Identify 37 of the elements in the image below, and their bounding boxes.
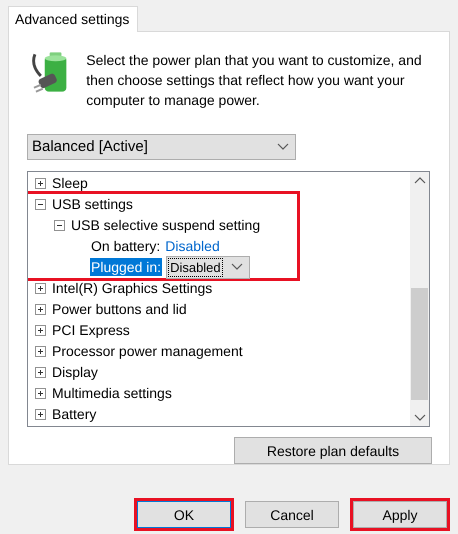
- scrollbar[interactable]: [410, 172, 429, 426]
- expand-icon[interactable]: [35, 346, 46, 357]
- setting-value-link[interactable]: Disabled: [165, 238, 220, 254]
- dialog-button[interactable]: Apply: [353, 501, 447, 528]
- tab[interactable]: Advanced settings: [8, 6, 138, 32]
- expand-icon[interactable]: [35, 324, 46, 336]
- tree-item[interactable]: Processor power management: [52, 343, 243, 360]
- tree-item[interactable]: Battery: [52, 406, 96, 422]
- setting-label: Plugged in:: [90, 258, 162, 276]
- expand-icon[interactable]: [35, 366, 46, 378]
- setting-dropdown[interactable]: Disabled: [166, 256, 250, 279]
- expand-icon[interactable]: [35, 388, 46, 399]
- tree-item[interactable]: Display: [52, 364, 98, 380]
- description-text: Select the power plan that you want to customize, and then choose settings that reflect how you want your computer to manage power.: [86, 51, 423, 110]
- tree-item[interactable]: Power buttons and lid: [52, 301, 187, 318]
- scrollbar-thumb[interactable]: [411, 288, 428, 400]
- collapse-icon[interactable]: [54, 220, 65, 231]
- expand-icon[interactable]: [35, 408, 46, 420]
- plan-dropdown[interactable]: Balanced [Active]: [27, 134, 296, 160]
- dialog-button[interactable]: OK: [137, 501, 231, 528]
- scroll-up-icon[interactable]: [414, 176, 426, 184]
- tree-item[interactable]: Intel(R) Graphics Settings: [52, 280, 212, 296]
- chevron-down-icon: [277, 142, 289, 151]
- setting-label: On battery:: [90, 237, 162, 256]
- expand-icon[interactable]: [35, 304, 46, 315]
- chevron-down-icon: [230, 263, 243, 272]
- tree-item[interactable]: PCI Express: [52, 322, 130, 338]
- tree-item[interactable]: Multimedia settings: [52, 385, 172, 402]
- tree-item[interactable]: USB settings: [52, 196, 133, 212]
- restore-defaults-button[interactable]: Restore plan defaults: [234, 437, 432, 464]
- collapse-icon[interactable]: [35, 198, 46, 210]
- scroll-down-icon: [414, 414, 426, 422]
- tree-item[interactable]: Sleep: [52, 175, 88, 192]
- expand-icon[interactable]: [35, 282, 46, 294]
- dialog-button[interactable]: Cancel: [245, 501, 339, 528]
- tree-item[interactable]: USB selective suspend setting: [71, 217, 260, 234]
- expand-icon[interactable]: [35, 178, 46, 189]
